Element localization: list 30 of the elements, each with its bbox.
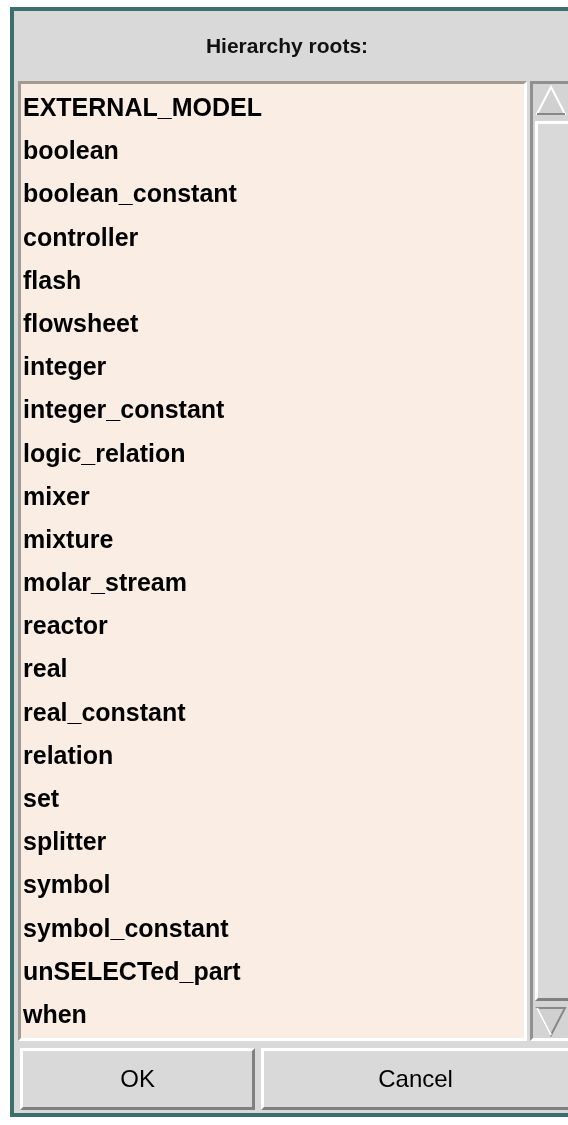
list-item[interactable]: mixture	[23, 517, 114, 562]
scroll-down-icon[interactable]	[533, 1004, 568, 1038]
list-item[interactable]: logic_relation	[23, 431, 186, 475]
list-item[interactable]: mixer	[23, 474, 90, 518]
list-item[interactable]: real	[23, 647, 68, 691]
list-item[interactable]: integer_constant	[23, 388, 225, 432]
list-item[interactable]: flowsheet	[23, 301, 139, 346]
list-item[interactable]: controller	[23, 215, 139, 259]
ok-button[interactable]: OK	[20, 1048, 256, 1110]
list-item[interactable]: flash	[23, 258, 82, 302]
list-item[interactable]: real_constant	[23, 690, 186, 734]
list-item[interactable]: reactor	[23, 604, 108, 648]
list-item[interactable]: molar_stream	[23, 561, 187, 605]
dialog-title: Hierarchy roots:	[205, 34, 369, 58]
list-item[interactable]: symbol	[23, 863, 111, 907]
scroll-up-icon[interactable]	[533, 84, 568, 118]
list-item[interactable]: splitter	[23, 820, 107, 864]
scroll-thumb[interactable]	[535, 121, 568, 1001]
list-item[interactable]: integer	[23, 345, 107, 389]
list-box[interactable]	[18, 81, 527, 1041]
scrollbar[interactable]	[530, 81, 568, 1041]
list-item[interactable]: relation	[23, 733, 114, 777]
list-item[interactable]: boolean	[23, 129, 119, 173]
list-item[interactable]: EXTERNAL_MODEL	[23, 86, 262, 130]
list-item[interactable]: unSELECTed_part	[23, 949, 241, 993]
list-item[interactable]: set	[23, 777, 60, 821]
list-item[interactable]: boolean_constant	[23, 172, 237, 216]
cancel-button[interactable]: Cancel	[261, 1048, 568, 1110]
list-item[interactable]: when	[23, 992, 87, 1037]
list-item[interactable]: symbol_constant	[23, 906, 229, 950]
